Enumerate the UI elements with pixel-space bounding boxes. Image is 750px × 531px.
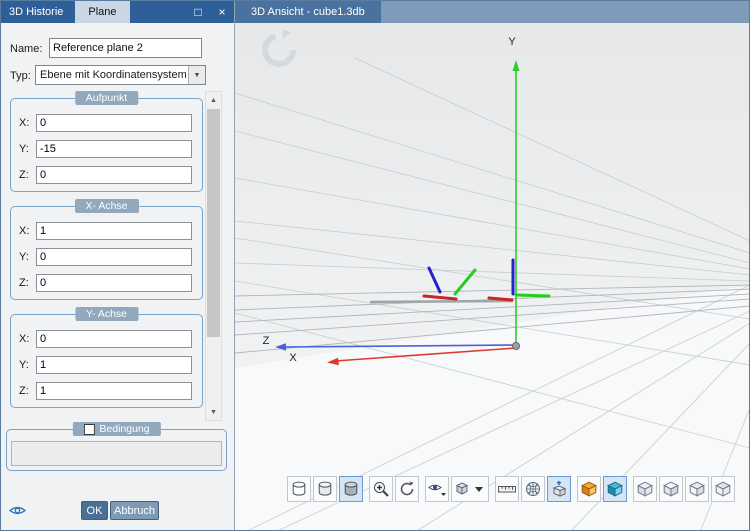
name-label: Name:	[10, 43, 43, 55]
cylinder-wireframe-button[interactable]	[287, 476, 311, 502]
name-input[interactable]	[49, 38, 202, 58]
aufpunkt-group: Aufpunkt X: Y: Z:	[10, 91, 203, 192]
orbit-view-button[interactable]	[395, 476, 419, 502]
app-window: 3D Historie Plane □ × Name: Typ: Ebene m…	[0, 0, 750, 531]
plane-form: Name: Typ: Ebene mit Koordinatensystem ▼…	[1, 23, 234, 530]
aufpunkt-z-label: Z:	[19, 169, 29, 181]
triad-1	[422, 266, 477, 301]
scroll-up-icon[interactable]: ▲	[206, 92, 221, 108]
tab-plane[interactable]: Plane	[75, 1, 130, 23]
x-achse-y-input[interactable]	[36, 248, 192, 266]
aufpunkt-group-title: Aufpunkt	[74, 91, 139, 105]
camera-view-button[interactable]	[425, 476, 449, 502]
scrollbar-thumb[interactable]	[207, 109, 220, 337]
plane-dialog-panel: 3D Historie Plane □ × Name: Typ: Ebene m…	[1, 1, 235, 530]
tab-3d-ansicht[interactable]: 3D Ansicht - cube1.3db	[235, 1, 381, 23]
visibility-eye-icon[interactable]	[8, 504, 27, 520]
x-achse-group: X- Achse X: Y: Z:	[10, 199, 203, 300]
world-axes	[275, 60, 520, 366]
zoom-in-button[interactable]	[369, 476, 393, 502]
chevron-down-icon[interactable]: ▼	[188, 66, 205, 84]
cube-view-iso-button[interactable]	[633, 476, 657, 502]
view-preset-combo-button[interactable]	[451, 476, 489, 502]
aufpunkt-x-label: X:	[19, 117, 30, 129]
y-axis-arrowhead	[512, 60, 520, 71]
dialog-titlebar: 3D Historie Plane □ ×	[1, 1, 234, 23]
ok-button[interactable]: OK	[81, 501, 108, 520]
bedingung-group: Bedingung	[6, 422, 227, 471]
cube-view-side-button[interactable]	[685, 476, 709, 502]
y-axis-label: Y	[508, 36, 516, 48]
y-achse-y-input[interactable]	[36, 356, 192, 374]
maximize-icon[interactable]: □	[186, 1, 210, 23]
x-achse-x-input[interactable]	[36, 222, 192, 240]
cube-view-back-button[interactable]	[711, 476, 735, 502]
bedingung-label: Bedingung	[99, 423, 150, 435]
aufpunkt-y-label: Y:	[19, 143, 29, 155]
3d-viewport[interactable]: Y Z X	[235, 23, 749, 530]
x-achse-y-label: Y:	[19, 251, 29, 263]
y-achse-y-label: Y:	[19, 359, 29, 371]
move-view-button[interactable]	[547, 476, 571, 502]
bedingung-checkbox[interactable]	[83, 423, 95, 435]
cube-view-front-button[interactable]	[659, 476, 683, 502]
z-axis-label: Z	[263, 335, 270, 347]
aufpunkt-z-input[interactable]	[36, 166, 192, 184]
y-achse-z-label: Z:	[19, 385, 29, 397]
3d-view-panel: 3D Ansicht - cube1.3db Y Z X	[235, 1, 749, 530]
x-achse-group-title: X- Achse	[74, 199, 139, 213]
y-achse-z-input[interactable]	[36, 382, 192, 400]
x-axis-label: X	[289, 352, 297, 364]
wireframe-scene: Y Z X	[235, 29, 749, 530]
cube-solid-blue-button[interactable]	[603, 476, 627, 502]
bedingung-field	[11, 441, 222, 466]
x-achse-z-input[interactable]	[36, 274, 192, 292]
triad-2	[487, 258, 551, 302]
y-achse-group-title: Y- Achse	[74, 307, 139, 321]
ruler-measure-button[interactable]	[495, 476, 519, 502]
x-achse-x-label: X:	[19, 225, 30, 237]
cylinder-hidden-edges-button[interactable]	[313, 476, 337, 502]
close-icon[interactable]: ×	[210, 1, 234, 23]
aufpunkt-x-input[interactable]	[36, 114, 192, 132]
coordinate-scroll-region: Aufpunkt X: Y: Z: X- Achse X: Y: Z: Y-	[1, 91, 235, 421]
scrollbar-track[interactable]	[206, 108, 221, 404]
aufpunkt-y-input[interactable]	[36, 140, 192, 158]
y-achse-group: Y- Achse X: Y: Z:	[10, 307, 203, 408]
mesh-display-button[interactable]	[521, 476, 545, 502]
y-achse-x-label: X:	[19, 333, 30, 345]
plane-edge-thick	[369, 299, 514, 304]
cancel-button[interactable]: Abbruch	[110, 501, 159, 520]
type-select-value: Ebene mit Koordinatensystem	[40, 69, 187, 81]
scrollbar[interactable]: ▲ ▼	[205, 91, 222, 421]
y-achse-x-input[interactable]	[36, 330, 192, 348]
tab-3d-historie[interactable]: 3D Historie	[1, 1, 71, 23]
orbit-indicator-icon	[262, 29, 296, 67]
scroll-down-icon[interactable]: ▼	[206, 404, 221, 420]
origin-point	[512, 342, 520, 350]
view-toolbar	[287, 476, 735, 502]
type-label: Typ:	[10, 70, 31, 82]
view-titlebar: 3D Ansicht - cube1.3db	[235, 1, 749, 23]
type-select[interactable]: Ebene mit Koordinatensystem ▼	[35, 65, 206, 85]
x-achse-z-label: Z:	[19, 277, 29, 289]
cube-solid-orange-button[interactable]	[577, 476, 601, 502]
cylinder-shaded-button[interactable]	[339, 476, 363, 502]
